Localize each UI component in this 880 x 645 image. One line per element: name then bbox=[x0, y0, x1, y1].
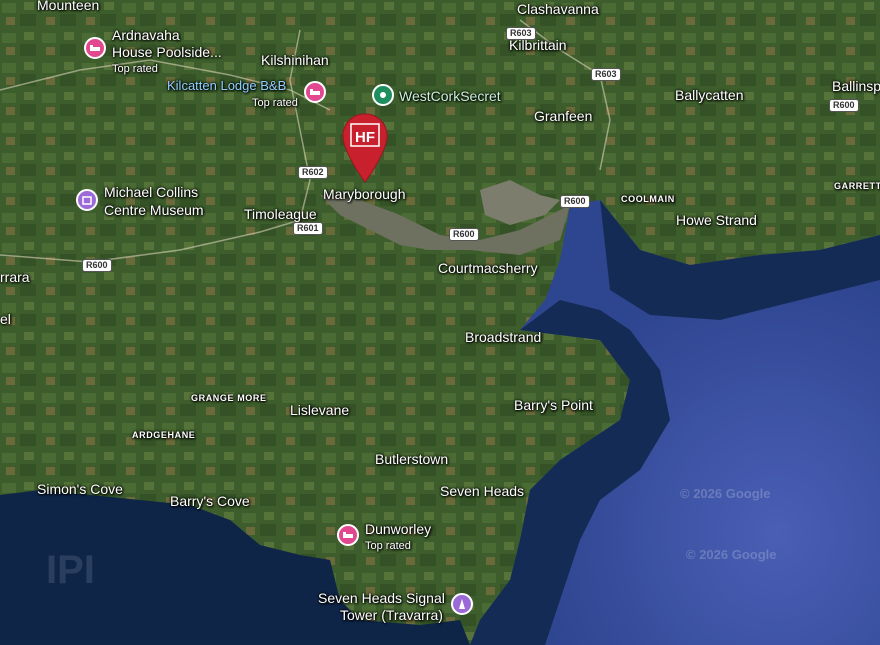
place-kilcatten-lodge[interactable]: Kilcatten Lodge B&B bbox=[167, 78, 286, 94]
place-signal-tower-line1[interactable]: Seven Heads Signal bbox=[318, 590, 445, 606]
place-lislevane: Lislevane bbox=[290, 402, 350, 418]
place-dunworley[interactable]: Dunworley bbox=[365, 521, 431, 537]
place-maryborough: Maryborough bbox=[323, 186, 406, 202]
place-arrara: rrara bbox=[0, 269, 30, 285]
place-barrys-point: Barry's Point bbox=[514, 397, 593, 413]
place-butlerstown: Butlerstown bbox=[375, 451, 449, 467]
place-garrett: GARRETT bbox=[834, 181, 880, 191]
hotel-icon[interactable] bbox=[337, 524, 359, 546]
road-shield: R600 bbox=[449, 228, 479, 241]
place-signal-tower-line2[interactable]: Tower (Travarra) bbox=[340, 607, 443, 623]
place-simons-cove: Simon's Cove bbox=[37, 481, 123, 497]
road-shield: R600 bbox=[560, 195, 590, 208]
map-watermark: © 2026 Google bbox=[686, 547, 777, 562]
location-pin-icon[interactable] bbox=[372, 84, 394, 106]
place-barrys-cove: Barry's Cove bbox=[170, 493, 250, 509]
place-courtmacsherry: Courtmacsherry bbox=[438, 260, 538, 276]
road-shield: R600 bbox=[82, 259, 112, 272]
road-shield: R600 bbox=[829, 99, 859, 112]
monument-icon[interactable] bbox=[451, 593, 473, 615]
place-howe-strand: Howe Strand bbox=[676, 212, 757, 228]
place-ardgehane: ARDGEHANE bbox=[132, 430, 196, 440]
satellite-map[interactable]: Mounteen Ardnavaha House Poolside... Top… bbox=[0, 0, 880, 645]
hotel-icon[interactable] bbox=[84, 37, 106, 59]
place-broadstrand: Broadstrand bbox=[465, 329, 542, 345]
hotel-icon[interactable] bbox=[304, 81, 326, 103]
marker-label: HF bbox=[355, 129, 375, 146]
place-westcorksecret[interactable]: WestCorkSecret bbox=[399, 88, 501, 104]
place-michael-collins-line2[interactable]: Centre Museum bbox=[104, 202, 204, 218]
place-ballycatten: Ballycatten bbox=[675, 87, 744, 103]
property-marker-icon[interactable]: HF bbox=[340, 112, 390, 184]
place-coolmain: COOLMAIN bbox=[621, 194, 675, 204]
place-mounteen: Mounteen bbox=[37, 0, 100, 13]
kilcatten-rating: Top rated bbox=[252, 97, 298, 109]
place-grange-more: GRANGE MORE bbox=[191, 393, 267, 403]
place-timoleague: Timoleague bbox=[244, 206, 317, 222]
place-granfeen: Granfeen bbox=[534, 108, 593, 124]
logo-watermark-icon: IPI bbox=[46, 548, 95, 592]
road-shield: R603 bbox=[506, 27, 536, 40]
map-watermark: © 2026 Google bbox=[680, 486, 771, 501]
place-seven-heads: Seven Heads bbox=[440, 483, 525, 499]
place-kilshinihan: Kilshinihan bbox=[261, 52, 329, 68]
place-ardnavaha-line1[interactable]: Ardnavaha bbox=[112, 27, 180, 43]
road-shield: R602 bbox=[298, 166, 328, 179]
ardnavaha-rating: Top rated bbox=[112, 63, 158, 75]
museum-icon[interactable] bbox=[76, 189, 98, 211]
place-ardnavaha-line2[interactable]: House Poolside... bbox=[112, 44, 222, 60]
road-shield: R603 bbox=[591, 68, 621, 81]
place-ballinsp: Ballinsp bbox=[832, 78, 880, 94]
place-clashavanna: Clashavanna bbox=[517, 1, 599, 17]
dunworley-rating: Top rated bbox=[365, 540, 411, 552]
road-shield: R601 bbox=[293, 222, 323, 235]
place-michael-collins-line1[interactable]: Michael Collins bbox=[104, 184, 198, 200]
place-el: el bbox=[0, 311, 11, 327]
